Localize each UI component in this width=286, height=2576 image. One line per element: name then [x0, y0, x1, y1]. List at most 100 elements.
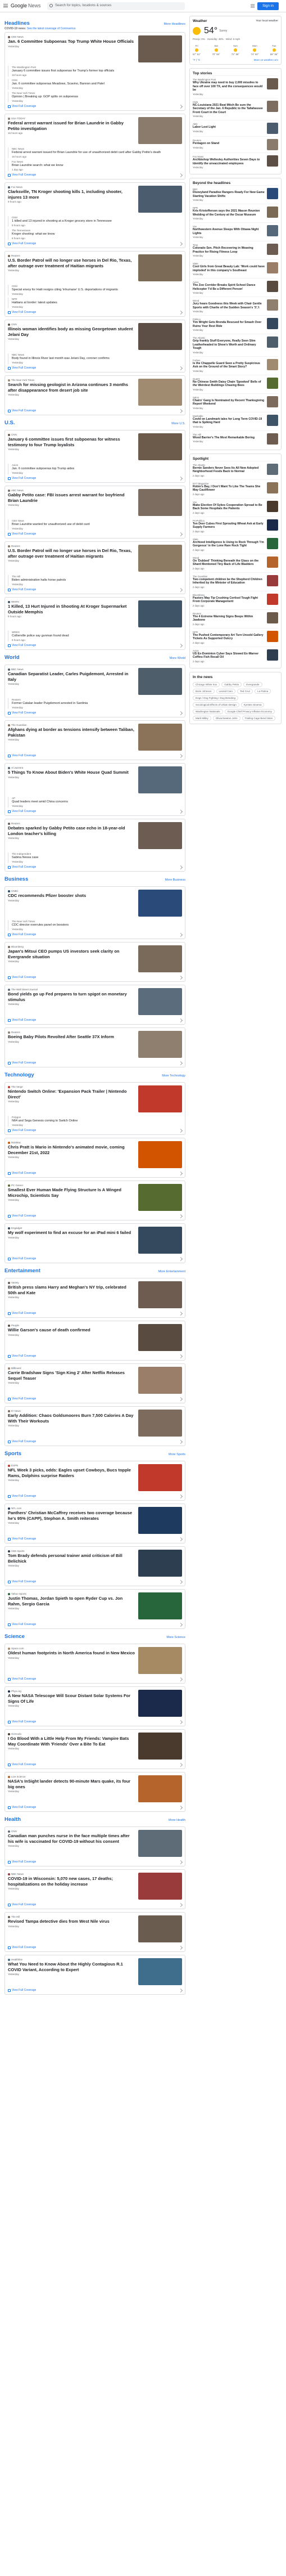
related-article[interactable]: NBC News Federal arrest warrant issued fo…	[8, 147, 182, 158]
story-thumbnail[interactable]	[138, 822, 182, 849]
side-story[interactable]: Slate Cool Girls from Great Beauty Lab: '…	[193, 259, 278, 278]
beyond-title[interactable]: Beyond the headlines	[193, 181, 230, 185]
story-article[interactable]: The Verge Nintendo Switch Online: 'Expans…	[8, 1085, 182, 1114]
story-headline[interactable]: COVID-19 in Wisconsin: 5,070 new cases, …	[8, 1876, 135, 1887]
full-coverage-link[interactable]: View Full Coverage	[8, 532, 182, 536]
related-article[interactable]: Reuters Former Catalan leader Puigdemont …	[8, 698, 182, 709]
related-headline[interactable]: Jan. 6 committee subpoenas Meadows, Scav…	[12, 82, 182, 86]
story-headline[interactable]: Smallest Ever Human Made Flying Structur…	[8, 1187, 135, 1198]
google-news-logo[interactable]: Google News	[11, 3, 41, 8]
side-story[interactable]: The Hill Wood Barrier's The Most Remarkab…	[193, 430, 278, 447]
story-article[interactable]: Space.com Oldest human footprints in Nort…	[8, 1647, 182, 1675]
topic-chip[interactable]: Sociological Effects of Urban Design	[193, 702, 239, 707]
topic-chip[interactable]: Trailing Cage Bend Sites	[242, 715, 276, 721]
story-article[interactable]: NBC News COVID-19 in Wisconsin: 5,070 new…	[8, 1873, 182, 1901]
story-thumbnail[interactable]	[138, 1085, 182, 1112]
covid-notice-link[interactable]: See the latest coverage of Coronavirus	[27, 27, 75, 30]
full-coverage-link[interactable]: View Full Coverage	[8, 1440, 182, 1443]
side-story-headline[interactable]: The 4 Extreme Warning Signs Beeps Within…	[193, 615, 265, 622]
side-story-thumbnail[interactable]	[267, 463, 278, 475]
related-headline[interactable]: Jan. 6 committee subpoenas top Trump aid…	[12, 467, 182, 471]
story-article[interactable]: ESPN NFL Week 3 picks, odds: Eagles upset…	[8, 1464, 182, 1492]
side-story-thumbnail[interactable]	[267, 281, 278, 292]
side-story-thumbnail[interactable]	[267, 482, 278, 493]
side-story-headline[interactable]: Two competent children be the Shepherd C…	[193, 578, 265, 585]
story-article[interactable]: Bloomberg Japan's Mitsui CEO pumps US inv…	[8, 945, 182, 973]
weather-more-link[interactable]: More on weather.com	[254, 59, 278, 61]
related-article[interactable]: The Hill Biden administration halts horse…	[8, 575, 182, 586]
story-thumbnail[interactable]	[138, 323, 182, 350]
menu-icon[interactable]	[3, 4, 8, 7]
related-article[interactable]: The Independent Sabina Nessa case Yesterda…	[8, 852, 182, 863]
section-more-link[interactable]: More Science	[166, 1636, 185, 1639]
topic-chip[interactable]: Kyrsten Sinema	[240, 702, 265, 707]
story-article[interactable]: Live Science NASA's InSight lander detect…	[8, 1775, 182, 1803]
side-story-thumbnail[interactable]	[267, 336, 278, 348]
related-headline[interactable]: CDC director overrules panel on boosters	[12, 923, 182, 927]
side-story-headline[interactable]: No Chinese Smith Daisy Chain 'Spooked' B…	[193, 380, 265, 388]
side-story-thumbnail[interactable]	[267, 318, 278, 329]
full-coverage-link[interactable]: View Full Coverage	[8, 1677, 182, 1681]
side-story-thumbnail[interactable]	[267, 519, 278, 531]
story-article[interactable]: Reuters U.S. Border Patrol will no longer…	[8, 545, 182, 573]
related-headline[interactable]: Kroger shooting: what we know	[12, 232, 182, 236]
story-thumbnail[interactable]	[138, 1592, 182, 1619]
story-headline[interactable]: My wolf experiment to find an excuse for…	[8, 1230, 135, 1236]
story-thumbnail[interactable]	[138, 890, 182, 917]
side-story-thumbnail[interactable]	[267, 612, 278, 623]
story-article[interactable]: Engadget My wolf experiment to find an ex…	[8, 1227, 182, 1255]
unit-f[interactable]: °F	[193, 59, 196, 61]
section-more-link[interactable]: More Technology	[162, 1074, 185, 1078]
story-headline[interactable]: A New NASA Telescope Will Scour Distant …	[8, 1693, 135, 1704]
side-story-thumbnail[interactable]	[267, 244, 278, 255]
side-story-headline[interactable]: Ten Deer Cubes First Sprouting Wheat Ask…	[193, 522, 265, 529]
side-story-headline[interactable]: Is the Chappelle Guard Seen a Pretty Sus…	[193, 362, 265, 369]
topic-chip[interactable]: Google Chief Privacy Inflation Economy	[224, 708, 275, 714]
related-article[interactable]: The Tennessean Kroger shooting: what we k…	[8, 229, 182, 240]
full-coverage-link[interactable]: View Full Coverage	[8, 242, 182, 245]
story-article[interactable]: Reuters Boeing Baby Pilots Revolted After…	[8, 1031, 182, 1059]
related-article[interactable]: CNN Jan. 6 committee subpoenas Meadows, S…	[8, 79, 182, 89]
related-headline[interactable]: Former Catalan leader Puigdemont arreste…	[12, 702, 182, 706]
side-story[interactable]: Quartz No Chinese Smith Daisy Chain 'Spoo…	[193, 374, 278, 393]
section-title[interactable]: Science	[4, 1633, 25, 1640]
story-thumbnail[interactable]	[138, 1507, 182, 1534]
side-story[interactable]: Salon Chairs' Gang Is Nominated by Recent…	[193, 393, 278, 412]
full-coverage-link[interactable]: View Full Coverage	[8, 1354, 182, 1358]
side-story-thumbnail[interactable]	[267, 78, 278, 89]
side-story[interactable]: The Washington Post Why Ukraine may need …	[193, 75, 278, 98]
related-article[interactable]: Polygon N64 and Sega Genesis coming to Sw…	[8, 1116, 182, 1127]
story-article[interactable]: USA TODAY Federal arrest warrant issued f…	[8, 117, 182, 145]
related-headline[interactable]: Brian Laundrie search: what we know	[12, 164, 182, 168]
story-headline[interactable]: Illinois woman identifies body as missin…	[8, 326, 135, 337]
apps-icon[interactable]	[251, 4, 255, 8]
related-article[interactable]: Fox News Brian Laundrie search: what we k…	[8, 160, 182, 171]
full-coverage-link[interactable]: View Full Coverage	[8, 1989, 182, 1992]
side-story-headline[interactable]: Chairs' Gang Is Nominated by Recent Than…	[193, 399, 265, 406]
story-article[interactable]: E! News Early Addition: Chaos Goldsmoores…	[8, 1410, 182, 1438]
side-story-thumbnail[interactable]	[267, 433, 278, 445]
side-story-thumbnail[interactable]	[267, 500, 278, 512]
story-thumbnail[interactable]	[138, 766, 182, 793]
side-story-headline[interactable]: Jury hears Goodness this Week with Chair…	[193, 302, 265, 309]
side-story-headline[interactable]: Labor Lost Light	[193, 125, 265, 129]
side-story[interactable]: BBC Disneyland Paradise Rangers Ready For…	[193, 185, 278, 204]
related-article[interactable]: The Washington Post January 6 committee i…	[8, 66, 182, 77]
related-headline[interactable]: Body found in Illinois River last month …	[12, 357, 182, 361]
story-thumbnail[interactable]	[138, 988, 182, 1015]
side-story[interactable]: Slate Archived Intelligence Is Using to R…	[193, 535, 278, 554]
story-thumbnail[interactable]	[138, 1184, 182, 1211]
topic-chip[interactable]: Olivia Newton John	[212, 715, 240, 721]
story-article[interactable]: CNBC CDC recommends Pfizer booster shots Y…	[8, 890, 182, 918]
story-headline[interactable]: NFL Week 3 picks, odds: Eagles upset Cow…	[8, 1467, 135, 1478]
story-article[interactable]: CBS News Jan. 6 Committee Subpoenas Top T…	[8, 35, 182, 64]
side-story-headline[interactable]: Covid on Landmark tales for Long Term CO…	[193, 418, 265, 425]
full-coverage-link[interactable]: View Full Coverage	[8, 1806, 182, 1809]
topic-chip[interactable]: Evergrande	[243, 681, 262, 687]
story-thumbnail[interactable]	[138, 600, 182, 627]
full-coverage-link[interactable]: View Full Coverage	[8, 1257, 182, 1260]
story-article[interactable]: The Hill Revised Tampa detective dies fro…	[8, 1915, 182, 1944]
story-thumbnail[interactable]	[138, 1324, 182, 1351]
story-headline[interactable]: U.S. Border Patrol will no longer use ho…	[8, 548, 135, 559]
story-article[interactable]: The Guardian Afghans dying at border as t…	[8, 724, 182, 752]
